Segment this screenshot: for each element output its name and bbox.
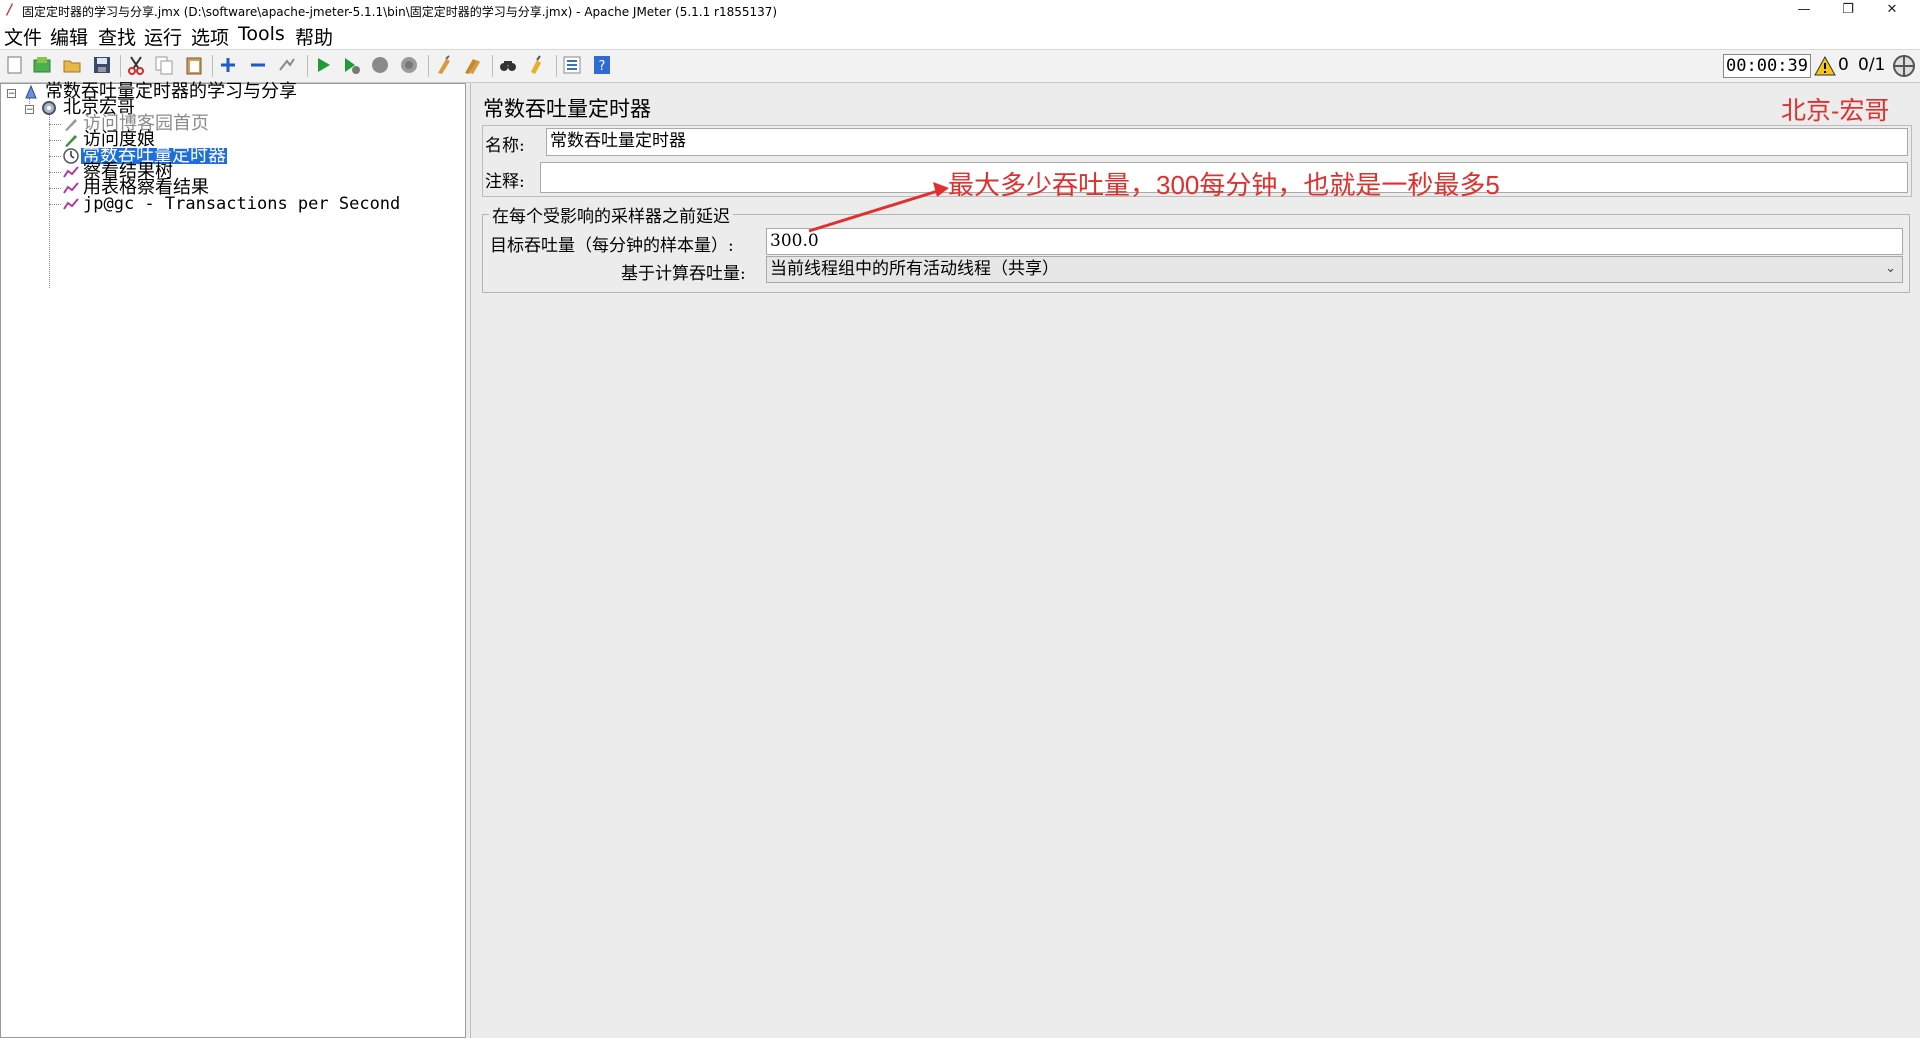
- paste-icon[interactable]: [184, 55, 204, 75]
- collapse-icon[interactable]: [248, 55, 268, 75]
- element-config-panel: 常数吞吐量定时器 北京-宏哥 名称: 常数吞吐量定时器 注释: 在每个受影响的采…: [470, 83, 1920, 1038]
- watermark-text: 北京-宏哥: [1781, 97, 1890, 125]
- title-bar: 固定定时器的学习与分享.jmx (D:\software\apache-jmet…: [0, 0, 1920, 22]
- search-icon[interactable]: [498, 55, 518, 75]
- target-throughput-field[interactable]: 300.0: [766, 228, 1903, 255]
- annotation-note: 最大多少吞吐量，300每分钟，也就是一秒最多5: [948, 170, 1500, 200]
- warning-icon[interactable]: [1814, 55, 1836, 77]
- error-count: 0: [1838, 55, 1849, 75]
- start-no-pause-icon[interactable]: [341, 55, 361, 75]
- comment-label: 注释:: [485, 172, 525, 192]
- function-helper-icon[interactable]: [562, 55, 582, 75]
- delay-group-title: 在每个受影响的采样器之前延迟: [489, 202, 733, 227]
- close-button[interactable]: ✕: [1870, 0, 1914, 22]
- svg-text:?: ?: [599, 59, 606, 74]
- toolbar: ? 00:00:39 0 0/1: [0, 49, 1920, 83]
- listener-chart-icon: [63, 182, 79, 194]
- maximize-button[interactable]: ❐: [1826, 0, 1870, 22]
- menu-file[interactable]: 文件: [4, 23, 42, 50]
- stop-icon[interactable]: [370, 55, 390, 75]
- toggle-icon[interactable]: [277, 55, 297, 75]
- open-icon[interactable]: [62, 55, 82, 75]
- help-icon[interactable]: ?: [592, 55, 612, 75]
- sampler-icon: [65, 119, 77, 131]
- save-icon[interactable]: [92, 55, 112, 75]
- remote-globe-icon[interactable]: [1892, 54, 1916, 78]
- calc-based-on-value: 当前线程组中的所有活动线程（共享）: [770, 259, 1059, 279]
- sampler-icon: [65, 135, 77, 147]
- listener-chart-icon: [63, 198, 79, 210]
- minimize-button[interactable]: —: [1782, 0, 1826, 22]
- target-throughput-label: 目标吞吐量（每分钟的样本量）:: [490, 236, 734, 256]
- expand-icon[interactable]: [218, 55, 238, 75]
- chevron-down-icon: ⌄: [1885, 261, 1896, 276]
- menu-run[interactable]: 运行: [144, 23, 182, 50]
- thread-group-expander[interactable]: −: [25, 105, 34, 115]
- calc-based-on-label: 基于计算吞吐量:: [621, 264, 746, 284]
- calc-based-on-select[interactable]: 当前线程组中的所有活动线程（共享） ⌄: [766, 256, 1903, 283]
- jmeter-feather-icon: [6, 3, 13, 16]
- templates-icon[interactable]: [32, 55, 52, 75]
- test-plan-tree: − 常数吞吐量定时器的学习与分享 − 北京宏哥 访问博客园首页 访问度娘 常数吞…: [0, 83, 466, 1038]
- cut-icon[interactable]: [126, 55, 146, 75]
- new-icon[interactable]: [5, 55, 25, 75]
- menu-bar: 文件 编辑 查找 运行 选项 Tools 帮助: [0, 22, 1920, 50]
- menu-help[interactable]: 帮助: [295, 23, 333, 50]
- clear-icon[interactable]: [434, 55, 454, 75]
- name-label: 名称:: [485, 136, 525, 156]
- active-threads: 0/1: [1858, 55, 1886, 75]
- window-title: 固定定时器的学习与分享.jmx (D:\software\apache-jmet…: [22, 5, 778, 19]
- menu-search[interactable]: 查找: [98, 23, 136, 50]
- menu-options[interactable]: 选项: [191, 23, 229, 50]
- start-icon[interactable]: [313, 55, 333, 75]
- menu-tools[interactable]: Tools: [238, 23, 285, 45]
- reset-search-icon[interactable]: [527, 55, 547, 75]
- copy-icon[interactable]: [154, 55, 174, 75]
- elapsed-timer: 00:00:39: [1723, 54, 1811, 78]
- name-field[interactable]: 常数吞吐量定时器: [546, 128, 1908, 156]
- test-plan-icon: [25, 84, 37, 99]
- root-expander[interactable]: −: [7, 89, 16, 99]
- clear-all-icon[interactable]: [462, 55, 482, 75]
- panel-title: 常数吞吐量定时器: [483, 97, 651, 121]
- thread-group-gear-icon: [42, 101, 56, 115]
- timer-clock-icon: [63, 148, 79, 164]
- shutdown-icon[interactable]: [399, 55, 419, 75]
- listener-chart-icon: [63, 166, 79, 178]
- menu-edit[interactable]: 编辑: [50, 23, 88, 50]
